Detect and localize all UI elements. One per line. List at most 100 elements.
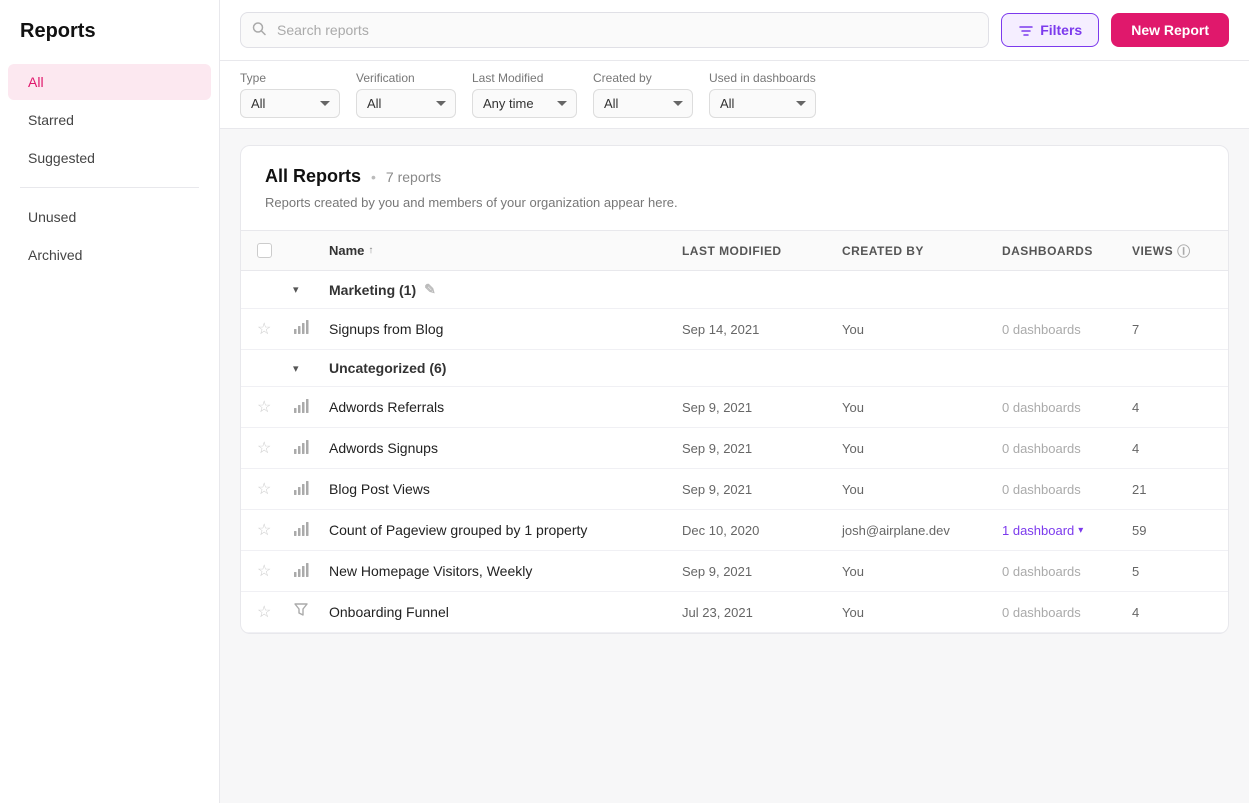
- group-chevron-uncat: ▾: [293, 362, 329, 375]
- views-adwords-signups: 4: [1132, 441, 1212, 456]
- star-icon-adwords-referrals[interactable]: ☆: [257, 397, 293, 417]
- table-row[interactable]: ☆ Blog Post Views Sep 9, 2021 You 0 dash…: [241, 469, 1228, 510]
- filter-last-modified-select[interactable]: Any time Today This week This month This…: [472, 89, 577, 118]
- filter-last-modified: Last Modified Any time Today This week T…: [472, 71, 577, 118]
- sidebar-item-starred[interactable]: Starred: [8, 102, 211, 138]
- dashboards-blog-post-views: 0 dashboards: [1002, 482, 1132, 497]
- select-all-checkbox[interactable]: [257, 243, 272, 258]
- group-label-uncategorized: Uncategorized (6): [329, 360, 682, 376]
- report-name-new-homepage: New Homepage Visitors, Weekly: [329, 563, 682, 579]
- reports-title: All Reports: [265, 166, 361, 187]
- report-icon-new-homepage: [293, 562, 329, 581]
- sidebar-nav: All Starred Suggested Unused Archived: [0, 63, 219, 274]
- sidebar: Reports All Starred Suggested Unused Arc…: [0, 0, 220, 803]
- filter-created-by-label: Created by: [593, 71, 693, 85]
- reports-count: 7 reports: [386, 169, 441, 185]
- dashboards-onboarding-funnel: 0 dashboards: [1002, 605, 1132, 620]
- report-icon-blog-post-views: [293, 480, 329, 499]
- star-icon-blog-post-views[interactable]: ☆: [257, 479, 293, 499]
- report-icon-adwords-referrals: [293, 398, 329, 417]
- views-info-icon[interactable]: ⓘ: [1177, 241, 1190, 260]
- table-row[interactable]: ☆ Count of Pageview grouped by 1 propert…: [241, 510, 1228, 551]
- filter-used-in-dashboards-select[interactable]: All Used Unused: [709, 89, 816, 118]
- reports-bullet: •: [371, 169, 376, 185]
- filter-type-select[interactable]: All Chart Table Pivot: [240, 89, 340, 118]
- dashboard-chevron-icon: ▾: [1078, 525, 1083, 536]
- views-onboarding-funnel: 4: [1132, 605, 1212, 620]
- table-row[interactable]: ☆ Onboarding Funnel Jul 23, 2021 You 0 d…: [241, 592, 1228, 633]
- reports-table: Name ↑ Last Modified Created by Dashboar…: [240, 231, 1229, 634]
- table-row[interactable]: ☆ Adwords Signups Sep 9, 2021 You 0 dash…: [241, 428, 1228, 469]
- last-modified-blog-post-views: Sep 9, 2021: [682, 482, 842, 497]
- last-modified-count-pageview: Dec 10, 2020: [682, 523, 842, 538]
- created-by-count-pageview: josh@airplane.dev: [842, 523, 1002, 538]
- dashboard-link-text: 1 dashboard: [1002, 523, 1074, 538]
- report-name-count-pageview: Count of Pageview grouped by 1 property: [329, 522, 682, 538]
- sort-ascending-icon: ↑: [368, 245, 373, 256]
- views-new-homepage: 5: [1132, 564, 1212, 579]
- th-last-modified: Last Modified: [682, 244, 842, 258]
- report-icon-onboarding-funnel: [293, 602, 329, 622]
- sidebar-item-archived[interactable]: Archived: [8, 237, 211, 273]
- th-views-label: Views: [1132, 244, 1173, 258]
- star-icon-signups-from-blog[interactable]: ☆: [257, 319, 293, 339]
- last-modified-adwords-signups: Sep 9, 2021: [682, 441, 842, 456]
- th-name-label: Name: [329, 243, 364, 258]
- th-dashboards: Dashboards: [1002, 244, 1132, 258]
- group-name-uncategorized: Uncategorized (6): [329, 360, 446, 376]
- star-icon-adwords-signups[interactable]: ☆: [257, 438, 293, 458]
- th-name[interactable]: Name ↑: [329, 243, 682, 258]
- th-created-by: Created by: [842, 244, 1002, 258]
- group-row-marketing[interactable]: ▾ Marketing (1) ✎: [241, 271, 1228, 309]
- search-wrap: [240, 12, 989, 48]
- edit-group-icon-marketing[interactable]: ✎: [424, 281, 436, 298]
- table-header: Name ↑ Last Modified Created by Dashboar…: [241, 231, 1228, 271]
- filter-type-label: Type: [240, 71, 340, 85]
- group-name-marketing: Marketing (1): [329, 282, 416, 298]
- report-icon-adwords-signups: [293, 439, 329, 458]
- th-last-modified-label: Last Modified: [682, 244, 782, 258]
- th-checkbox: [257, 243, 293, 258]
- reports-description: Reports created by you and members of yo…: [265, 195, 1204, 210]
- topbar: Filters New Report: [220, 0, 1249, 61]
- report-icon-count-pageview: [293, 521, 329, 540]
- last-modified-adwords-referrals: Sep 9, 2021: [682, 400, 842, 415]
- report-name-adwords-referrals: Adwords Referrals: [329, 399, 682, 415]
- report-name-blog-post-views: Blog Post Views: [329, 481, 682, 497]
- filter-type: Type All Chart Table Pivot: [240, 71, 340, 118]
- new-report-button[interactable]: New Report: [1111, 13, 1229, 47]
- report-name-onboarding-funnel: Onboarding Funnel: [329, 604, 682, 620]
- table-row[interactable]: ☆ Signups from Blog Sep 14, 2021 You 0 d…: [241, 309, 1228, 350]
- created-by-new-homepage: You: [842, 564, 1002, 579]
- filters-button[interactable]: Filters: [1001, 13, 1099, 47]
- filter-verification-select[interactable]: All Verified Unverified: [356, 89, 456, 118]
- filter-last-modified-label: Last Modified: [472, 71, 577, 85]
- sidebar-item-suggested[interactable]: Suggested: [8, 140, 211, 176]
- reports-header: All Reports • 7 reports Reports created …: [240, 145, 1229, 231]
- created-by-adwords-signups: You: [842, 441, 1002, 456]
- sidebar-item-all[interactable]: All: [8, 64, 211, 100]
- views-signups-from-blog: 7: [1132, 322, 1212, 337]
- group-row-uncategorized[interactable]: ▾ Uncategorized (6): [241, 350, 1228, 387]
- filter-used-in-dashboards-label: Used in dashboards: [709, 71, 816, 85]
- table-row[interactable]: ☆ Adwords Referrals Sep 9, 2021 You 0 da…: [241, 387, 1228, 428]
- main-content: Filters New Report Type All Chart Table …: [220, 0, 1249, 803]
- th-dashboards-label: Dashboards: [1002, 244, 1093, 258]
- sidebar-item-unused[interactable]: Unused: [8, 199, 211, 235]
- th-views: Views ⓘ: [1132, 241, 1212, 260]
- star-icon-onboarding-funnel[interactable]: ☆: [257, 602, 293, 622]
- report-name-adwords-signups: Adwords Signups: [329, 440, 682, 456]
- report-name-signups-from-blog: Signups from Blog: [329, 321, 682, 337]
- views-adwords-referrals: 4: [1132, 400, 1212, 415]
- dashboards-signups-from-blog: 0 dashboards: [1002, 322, 1132, 337]
- sidebar-divider: [20, 187, 199, 188]
- dashboards-count-pageview[interactable]: 1 dashboard ▾: [1002, 523, 1132, 538]
- table-row[interactable]: ☆ New Homepage Visitors, Weekly Sep 9, 2…: [241, 551, 1228, 592]
- search-input[interactable]: [240, 12, 989, 48]
- star-icon-count-pageview[interactable]: ☆: [257, 520, 293, 540]
- star-icon-new-homepage[interactable]: ☆: [257, 561, 293, 581]
- filter-created-by-select[interactable]: All You Others: [593, 89, 693, 118]
- created-by-blog-post-views: You: [842, 482, 1002, 497]
- created-by-onboarding-funnel: You: [842, 605, 1002, 620]
- created-by-adwords-referrals: You: [842, 400, 1002, 415]
